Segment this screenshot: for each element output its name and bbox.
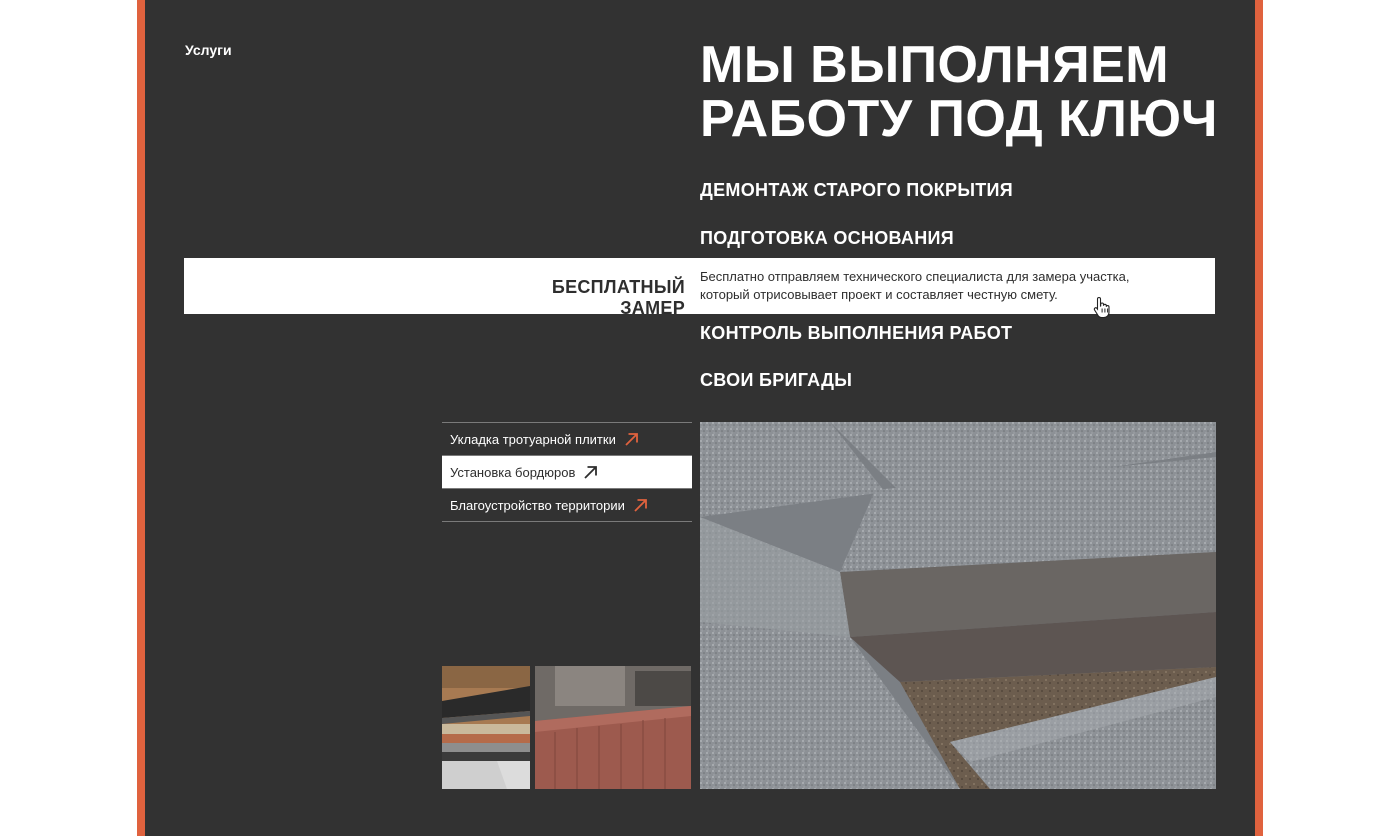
feature-work-control[interactable]: КОНТРОЛЬ ВЫПОЛНЕНИЯ РАБОТ — [700, 323, 1012, 344]
service-link-curbs[interactable]: Установка бордюров — [442, 456, 692, 489]
hero-photo-paving-closeup — [700, 422, 1216, 789]
feature-own-teams[interactable]: СВОИ БРИГАДЫ — [700, 370, 852, 391]
hand-cursor-icon — [1093, 296, 1110, 318]
feature-dismantling[interactable]: ДЕМОНТАЖ СТАРОГО ПОКРЫТИЯ — [700, 180, 1013, 201]
services-panel: Услуги МЫ ВЫПОЛНЯЕМ РАБОТУ ПОД КЛЮЧ ДЕМО… — [145, 0, 1255, 836]
service-link-paving[interactable]: Укладка тротуарной плитки — [442, 423, 692, 456]
title-line-1: МЫ ВЫПОЛНЯЕМ — [700, 36, 1170, 94]
feature-base-preparation[interactable]: ПОДГОТОВКА ОСНОВАНИЯ — [700, 228, 954, 249]
page-title: МЫ ВЫПОЛНЯЕМ РАБОТУ ПОД КЛЮЧ — [700, 38, 1218, 146]
service-link-landscaping[interactable]: Благоустройство территории — [442, 489, 692, 522]
thumbnail-paving-samples[interactable] — [442, 666, 530, 789]
title-line-2: РАБОТУ ПОД КЛЮЧ — [700, 90, 1218, 148]
service-link-label: Укладка тротуарной плитки — [450, 431, 616, 447]
services-menu: Укладка тротуарной плитки Установка борд… — [442, 422, 692, 522]
arrow-up-right-icon — [584, 465, 598, 479]
arrow-up-right-icon — [634, 498, 647, 512]
feature-free-measurement-title: БЕСПЛАТНЫЙ ЗАМЕР — [551, 277, 685, 318]
service-link-label: Установка бордюров — [450, 464, 576, 480]
service-link-label: Благоустройство территории — [450, 497, 625, 513]
thumbnail-red-bricks[interactable] — [535, 666, 691, 789]
section-label: Услуги — [185, 42, 232, 58]
arrow-up-right-icon — [625, 432, 638, 446]
